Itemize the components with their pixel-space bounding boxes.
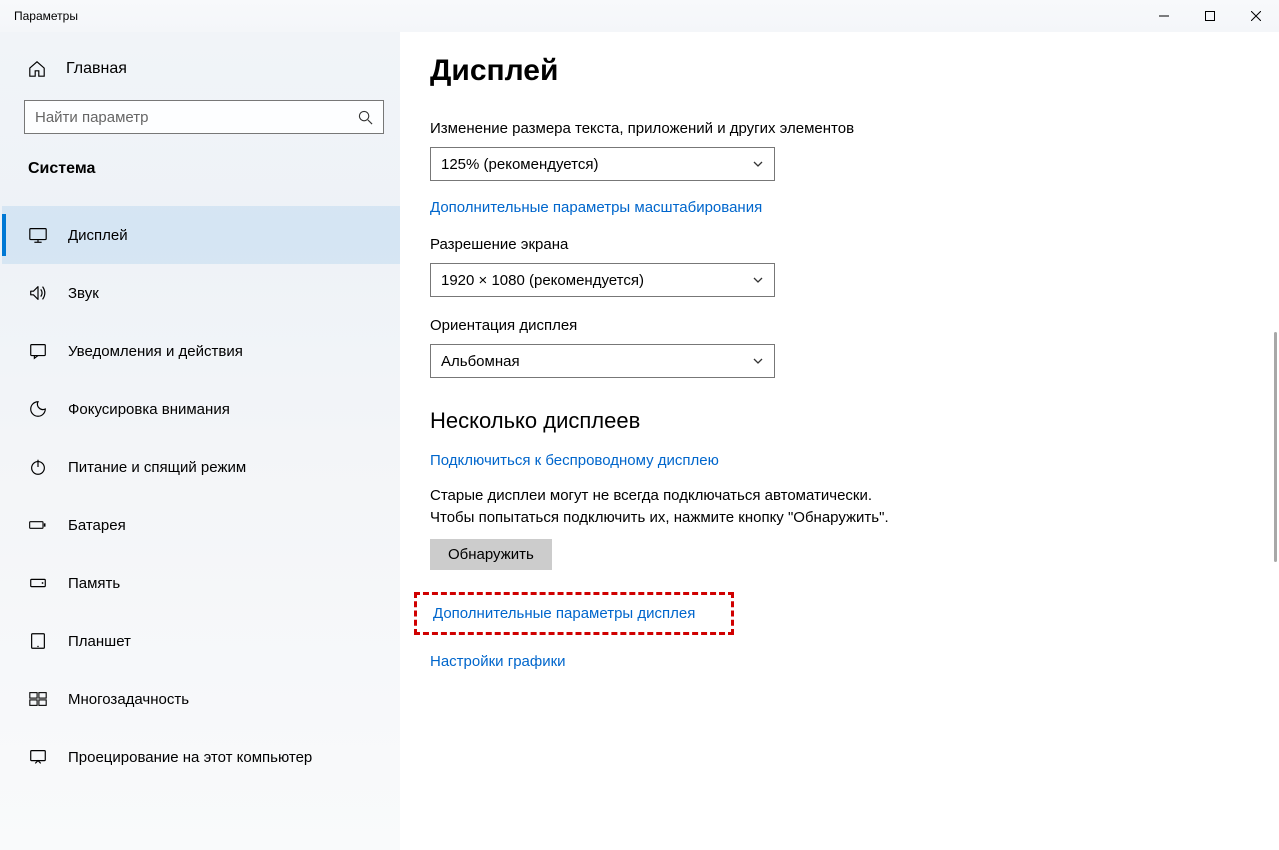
sound-icon (28, 283, 48, 303)
sidebar-item-notifications[interactable]: Уведомления и действия (2, 322, 400, 380)
sidebar-item-storage[interactable]: Память (2, 554, 400, 612)
settings-window: Параметры Главная Найти парам (0, 0, 1279, 850)
sidebar-item-display[interactable]: Дисплей (2, 206, 400, 264)
close-button[interactable] (1233, 0, 1279, 32)
search-input[interactable]: Найти параметр (24, 100, 384, 134)
window-controls (1141, 0, 1279, 32)
advanced-display-link[interactable]: Дополнительные параметры дисплея (433, 605, 695, 622)
sidebar-item-label: Проецирование на этот компьютер (68, 749, 312, 766)
sidebar-item-label: Фокусировка внимания (68, 401, 230, 418)
home-label: Главная (66, 60, 127, 78)
sidebar-item-label: Звук (68, 285, 99, 302)
content-area: Главная Найти параметр Система Дисплей (0, 32, 1279, 850)
sidebar-item-tablet[interactable]: Планшет (2, 612, 400, 670)
chevron-down-icon (752, 355, 764, 367)
power-icon (28, 457, 48, 477)
orientation-label: Ориентация дисплея (430, 317, 1279, 334)
orientation-select-value: Альбомная (441, 353, 520, 370)
sidebar-item-label: Многозадачность (68, 691, 189, 708)
search-icon (358, 110, 373, 125)
storage-icon (28, 573, 48, 593)
sidebar-item-label: Память (68, 575, 120, 592)
sidebar-item-power[interactable]: Питание и спящий режим (2, 438, 400, 496)
multiple-displays-heading: Несколько дисплеев (430, 408, 1279, 434)
old-displays-help: Старые дисплеи могут не всегда подключат… (430, 485, 1279, 529)
sidebar-item-focus-assist[interactable]: Фокусировка внимания (2, 380, 400, 438)
nav-list: Дисплей Звук Уведомления и действия (2, 206, 400, 786)
sidebar-item-label: Питание и спящий режим (68, 459, 246, 476)
home-link[interactable]: Главная (2, 48, 400, 90)
home-icon (28, 60, 46, 78)
sidebar-item-label: Батарея (68, 517, 126, 534)
notifications-icon (28, 341, 48, 361)
maximize-button[interactable] (1187, 0, 1233, 32)
sidebar-item-multitasking[interactable]: Многозадачность (2, 670, 400, 728)
focus-assist-icon (28, 399, 48, 419)
monitor-icon (28, 225, 48, 245)
advanced-scaling-link[interactable]: Дополнительные параметры масштабирования (430, 199, 762, 216)
scale-label: Изменение размера текста, приложений и д… (430, 120, 1279, 137)
resolution-select-value: 1920 × 1080 (рекомендуется) (441, 272, 644, 289)
search-row: Найти параметр (2, 90, 400, 144)
category-heading: Система (2, 144, 400, 190)
window-title: Параметры (14, 9, 78, 23)
tablet-icon (28, 631, 48, 651)
scale-section-heading-cut: Масштаб и разметка (430, 84, 1279, 100)
detect-button[interactable]: Обнаружить (430, 539, 552, 570)
graphics-settings-link[interactable]: Настройки графики (430, 653, 566, 670)
connect-wireless-link[interactable]: Подключиться к беспроводному дисплею (430, 452, 719, 469)
sidebar: Главная Найти параметр Система Дисплей (0, 32, 400, 850)
sidebar-item-label: Дисплей (68, 227, 128, 244)
sidebar-item-label: Уведомления и действия (68, 343, 243, 360)
scale-select[interactable]: 125% (рекомендуется) (430, 147, 775, 181)
sidebar-item-battery[interactable]: Батарея (2, 496, 400, 554)
search-placeholder: Найти параметр (35, 109, 358, 126)
chevron-down-icon (752, 158, 764, 170)
orientation-select[interactable]: Альбомная (430, 344, 775, 378)
minimize-button[interactable] (1141, 0, 1187, 32)
projecting-icon (28, 747, 48, 767)
battery-icon (28, 515, 48, 535)
sidebar-item-sound[interactable]: Звук (2, 264, 400, 322)
sidebar-item-projecting[interactable]: Проецирование на этот компьютер (2, 728, 400, 786)
scale-select-value: 125% (рекомендуется) (441, 156, 598, 173)
chevron-down-icon (752, 274, 764, 286)
titlebar: Параметры (0, 0, 1279, 32)
resolution-label: Разрешение экрана (430, 236, 1279, 253)
scrollbar[interactable] (1274, 332, 1277, 562)
sidebar-item-label: Планшет (68, 633, 131, 650)
advanced-display-highlight: Дополнительные параметры дисплея (414, 592, 734, 635)
multitasking-icon (28, 689, 48, 709)
page-title: Дисплей (430, 32, 1279, 90)
resolution-select[interactable]: 1920 × 1080 (рекомендуется) (430, 263, 775, 297)
main-panel: Дисплей Масштаб и разметка Изменение раз… (400, 32, 1279, 850)
